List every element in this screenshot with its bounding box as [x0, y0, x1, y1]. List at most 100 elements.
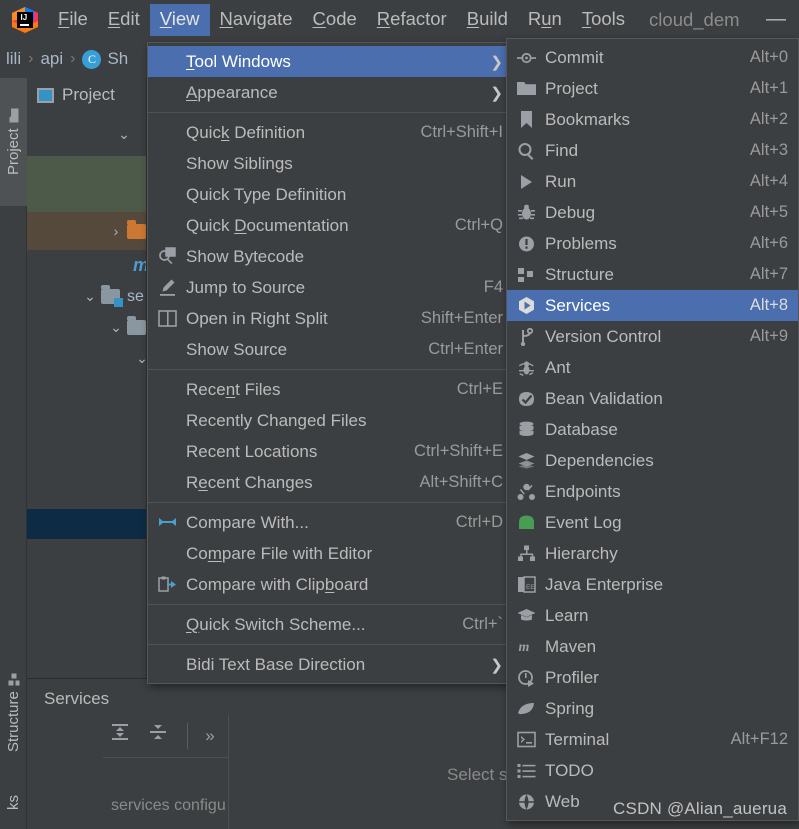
menu-item-quick-definition[interactable]: Quick Definition Ctrl+Shift+I: [148, 117, 513, 148]
menu-item-terminal[interactable]: Terminal Alt+F12: [507, 724, 798, 755]
tree-row[interactable]: ⌄: [27, 343, 146, 374]
chevron-right-icon[interactable]: ›: [105, 223, 127, 239]
menu-item-database[interactable]: Database: [507, 414, 798, 445]
menubar-item-tools[interactable]: Tools: [572, 4, 635, 36]
menu-item-todo[interactable]: TODO: [507, 755, 798, 786]
menu-item-jump-to-source[interactable]: Jump to Source F4: [148, 272, 513, 303]
menu-item-recent-locations[interactable]: Recent Locations Ctrl+Shift+E: [148, 436, 513, 467]
menu-item-appearance[interactable]: Appearance ❯: [148, 77, 513, 108]
menu-item-services[interactable]: Services Alt+8: [507, 290, 798, 321]
tree-row-selected[interactable]: [27, 509, 146, 539]
menu-separator: [148, 112, 513, 113]
menu-item-bookmarks[interactable]: Bookmarks Alt+2: [507, 104, 798, 135]
folder-icon: [8, 106, 20, 123]
ant-icon: [507, 359, 545, 377]
breadcrumb-item-api[interactable]: api: [40, 49, 63, 69]
collapse-all-icon[interactable]: [147, 721, 179, 751]
menu-item-dependencies[interactable]: Dependencies: [507, 445, 798, 476]
sidebar-tab-project[interactable]: Project: [0, 78, 27, 206]
menu-item-open-in-right-split[interactable]: Open in Right Split Shift+Enter: [148, 303, 513, 334]
expand-all-icon[interactable]: [109, 721, 141, 751]
menubar-label: n: [551, 8, 562, 30]
menu-item-ant[interactable]: Ant: [507, 352, 798, 383]
menu-item-label: Hierarchy: [545, 543, 618, 563]
tree-row[interactable]: [27, 156, 146, 212]
menu-item-version-control[interactable]: Version Control Alt+9: [507, 321, 798, 352]
tree-row[interactable]: ⌄ se: [27, 281, 146, 312]
menu-item-find[interactable]: Find Alt+3: [507, 135, 798, 166]
menu-item-quick-type-definition[interactable]: Quick Type Definition: [148, 179, 513, 210]
menubar-label: ode: [325, 8, 357, 30]
menu-item-label: Maven: [545, 636, 597, 656]
menubar-label: ile: [69, 8, 88, 30]
menu-item-event-log[interactable]: Event Log: [507, 507, 798, 538]
menu-item-shortcut: Alt+6: [749, 234, 788, 252]
menu-item-run[interactable]: Run Alt+4: [507, 166, 798, 197]
menu-item-learn[interactable]: Learn: [507, 600, 798, 631]
menu-item-tool-windows[interactable]: Tool Windows ❯: [148, 46, 513, 77]
menu-item-label: Recent Locations: [186, 441, 318, 461]
menu-item-label: Ant: [545, 357, 571, 377]
tree-row[interactable]: m: [27, 250, 146, 281]
menu-item-quick-switch-scheme[interactable]: Quick Switch Scheme... Ctrl+`: [148, 609, 513, 640]
sidebar-tab-bookmarks[interactable]: ks: [0, 777, 27, 829]
menu-item-recent-files[interactable]: Recent Files Ctrl+E: [148, 374, 513, 405]
minimize-button[interactable]: —: [763, 9, 789, 31]
menu-item-label: Dependencies: [545, 450, 654, 470]
menu-item-recently-changed-files[interactable]: Recently Changed Files: [148, 405, 513, 436]
menu-item-bean-validation[interactable]: Bean Validation: [507, 383, 798, 414]
menu-item-shortcut: Shift+Enter: [420, 309, 503, 327]
more-options-button[interactable]: »: [194, 721, 226, 751]
menu-item-label: Profiler: [545, 667, 599, 687]
menu-item-compare-file-with-editor[interactable]: Compare File with Editor: [148, 538, 513, 569]
menubar-item-file[interactable]: File: [48, 4, 98, 36]
menu-item-label: Jump to Source: [186, 277, 306, 297]
services-tree[interactable]: services configu: [103, 757, 229, 829]
chevron-down-icon[interactable]: ⌄: [105, 319, 127, 336]
menu-item-shortcut: Alt+9: [749, 327, 788, 345]
menubar-item-edit[interactable]: Edit: [98, 4, 150, 36]
menu-item-compare-with[interactable]: Compare With... Ctrl+D: [148, 507, 513, 538]
menu-item-recent-changes[interactable]: Recent Changes Alt+Shift+C: [148, 467, 513, 498]
menu-item-profiler[interactable]: Profiler: [507, 662, 798, 693]
menu-item-debug[interactable]: Debug Alt+5: [507, 197, 798, 228]
menu-item-hierarchy[interactable]: Hierarchy: [507, 538, 798, 569]
maven-icon: m: [133, 255, 146, 276]
menubar-item-navigate[interactable]: Navigate: [210, 4, 303, 36]
menu-item-show-bytecode[interactable]: Show Bytecode: [148, 241, 513, 272]
menu-item-endpoints[interactable]: Endpoints: [507, 476, 798, 507]
chevron-down-icon[interactable]: ⌄: [113, 126, 135, 143]
sidebar-tab-structure[interactable]: Structure: [0, 657, 27, 767]
breadcrumb-item-class[interactable]: Sh: [107, 49, 128, 69]
chevron-down-icon[interactable]: ⌄: [79, 288, 101, 305]
menu-item-maven[interactable]: m Maven: [507, 631, 798, 662]
menubar-item-view[interactable]: View: [149, 4, 210, 36]
menu-item-spring[interactable]: Spring: [507, 693, 798, 724]
breadcrumb-item-lili[interactable]: lili: [6, 49, 21, 69]
tree-row[interactable]: ⌄: [27, 112, 146, 156]
menu-item-commit[interactable]: Commit Alt+0: [507, 42, 798, 73]
menu-item-shortcut: F4: [483, 278, 503, 296]
menu-separator: [148, 604, 513, 605]
menu-item-label: TODO: [545, 760, 594, 780]
tree-row[interactable]: ›: [27, 212, 146, 250]
menu-item-label: Run: [545, 171, 577, 191]
menu-item-compare-with-clipboard[interactable]: Compare with Clipboard: [148, 569, 513, 600]
menubar-item-build[interactable]: Build: [457, 4, 518, 36]
tree-row[interactable]: ⌄: [27, 312, 146, 343]
services-panel-title: Services: [44, 689, 110, 708]
menubar-item-run[interactable]: Run: [518, 4, 572, 36]
menubar-item-refactor[interactable]: Refactor: [367, 4, 457, 36]
menu-item-bidi-text-base-direction[interactable]: Bidi Text Base Direction ❯: [148, 649, 513, 680]
menu-item-show-source[interactable]: Show Source Ctrl+Enter: [148, 334, 513, 365]
menu-item-structure[interactable]: Structure Alt+7: [507, 259, 798, 290]
chevron-down-icon[interactable]: ⌄: [131, 350, 146, 367]
menu-item-project[interactable]: Project Alt+1: [507, 73, 798, 104]
mnemonic: u: [541, 8, 552, 30]
menu-item-show-siblings[interactable]: Show Siblings: [148, 148, 513, 179]
branch-icon: [507, 327, 545, 346]
menu-item-java-enterprise[interactable]: EE Java Enterprise: [507, 569, 798, 600]
menu-item-problems[interactable]: Problems Alt+6: [507, 228, 798, 259]
menubar-item-code[interactable]: Code: [303, 4, 367, 36]
menu-item-quick-documentation[interactable]: Quick Documentation Ctrl+Q: [148, 210, 513, 241]
